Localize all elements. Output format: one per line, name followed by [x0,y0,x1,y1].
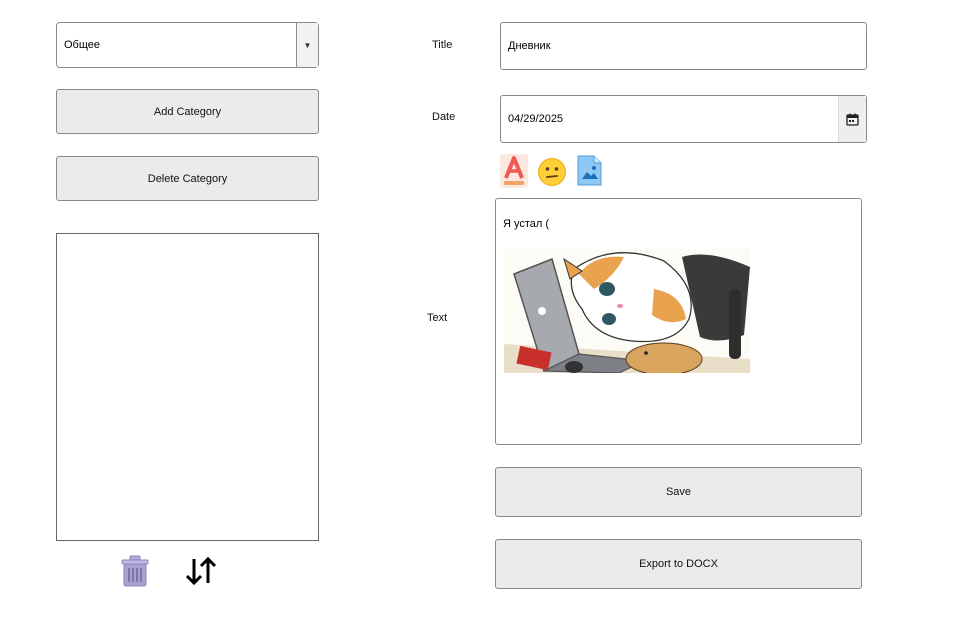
trash-icon[interactable] [121,555,149,587]
text-label: Text [427,312,448,324]
save-button[interactable]: Save [495,467,862,517]
title-input-value: Дневник [508,40,551,52]
sort-icon[interactable] [184,556,218,586]
text-editor[interactable]: Я устал ( [495,198,862,445]
text-color-icon[interactable] [500,154,528,188]
date-picker-value: 04/29/2025 [508,113,564,125]
category-select[interactable]: Общее ▼ [56,22,319,68]
add-category-button[interactable]: Add Category [56,89,319,134]
text-editor-content: Я устал ( [503,218,550,230]
category-select-value: Общее [64,39,101,51]
emoji-icon[interactable] [537,157,567,187]
date-label: Date [432,111,456,123]
embedded-image [504,249,750,376]
calendar-icon[interactable] [838,96,866,142]
title-label: Title [432,39,453,51]
date-picker[interactable]: 04/29/2025 [500,95,867,143]
insert-image-icon[interactable] [577,155,602,186]
export-docx-button[interactable]: Export to DOCX [495,539,862,589]
title-input[interactable]: Дневник [500,22,867,70]
delete-category-button[interactable]: Delete Category [56,156,319,201]
entries-list[interactable] [56,233,319,541]
chevron-down-icon[interactable]: ▼ [296,23,318,67]
